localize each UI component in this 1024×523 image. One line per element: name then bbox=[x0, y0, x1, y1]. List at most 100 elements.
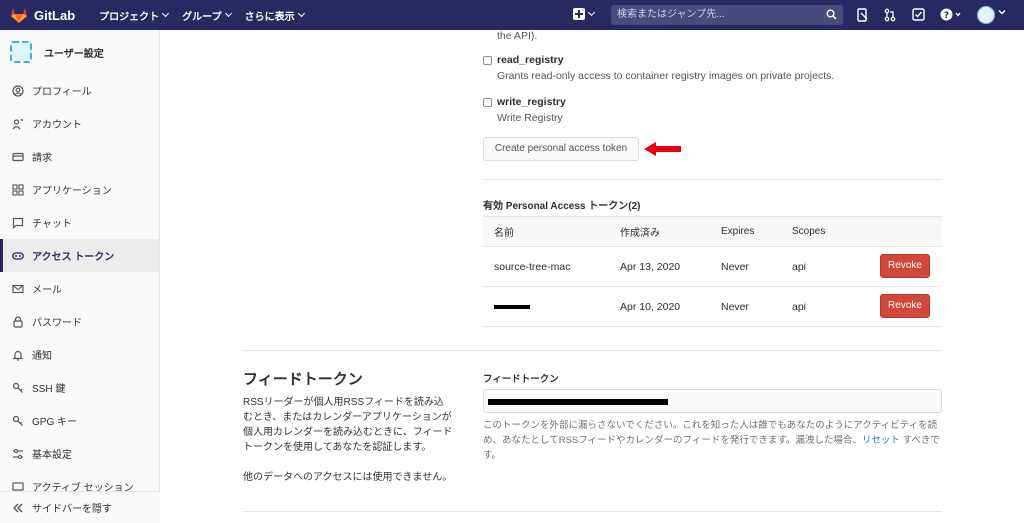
menu-more[interactable]: さらに表示 bbox=[244, 8, 305, 23]
lock-icon bbox=[13, 315, 23, 328]
sidebar-item-label: アカウント bbox=[32, 120, 82, 131]
active-tokens-table: 名前 作成済み Expires Scopes source-tree-mac A… bbox=[483, 216, 942, 327]
token-icon bbox=[12, 251, 24, 260]
sidebar-item-label: メール bbox=[32, 285, 62, 296]
menu-groups-label: グループ bbox=[182, 11, 222, 23]
brand-name: GitLab bbox=[34, 7, 76, 23]
menu-groups[interactable]: グループ bbox=[182, 8, 232, 23]
new-item-button[interactable] bbox=[573, 8, 596, 20]
scope-desc-fragment: the API). bbox=[497, 30, 538, 42]
sidebar-item-label: アプリケーション bbox=[32, 186, 112, 197]
sidebar-item-label: チャット bbox=[32, 219, 72, 230]
sidebar-item-applications[interactable]: アプリケーション bbox=[0, 173, 159, 206]
help-icon[interactable]: ? bbox=[940, 8, 962, 21]
sidebar-item-label: 基本設定 bbox=[32, 450, 72, 461]
chevron-down-icon bbox=[162, 9, 170, 18]
todo-icon[interactable] bbox=[857, 8, 869, 22]
sidebar-item-lock[interactable]: パスワード bbox=[0, 305, 159, 338]
chat-icon bbox=[12, 217, 24, 229]
sidebar-item-mail[interactable]: メール bbox=[0, 272, 159, 305]
redaction-bar bbox=[488, 399, 668, 405]
search-input[interactable]: 検索またはジャンプ先... bbox=[611, 5, 843, 25]
feed-token-label: フィードトークン bbox=[483, 374, 559, 385]
table-row: Apr 10, 2020 Never api Revoke bbox=[483, 287, 942, 327]
token-scopes: api bbox=[792, 300, 807, 313]
sidebar-item-account[interactable]: アカウント bbox=[0, 107, 159, 140]
sidebar-item-key[interactable]: SSH 鍵 bbox=[0, 371, 159, 404]
sidebar-item-label: GPG キー bbox=[32, 417, 78, 428]
merge-request-icon[interactable] bbox=[884, 8, 896, 22]
gitlab-logo[interactable]: GitLab bbox=[10, 7, 75, 24]
feed-token-heading: フィードトークン bbox=[243, 371, 363, 388]
table-header: 名前 作成済み Expires Scopes bbox=[483, 216, 942, 247]
settings-sidebar: ユーザー設定 プロフィール アカウント請求アプリケーション チャットアクセス トーク… bbox=[0, 30, 160, 523]
menu-projects-label: プロジェクト bbox=[99, 11, 160, 23]
sidebar-item-label: プロフィール bbox=[32, 87, 92, 98]
read-registry-checkbox[interactable] bbox=[483, 56, 492, 65]
billing-icon bbox=[12, 152, 24, 161]
token-name: source-tree-mac bbox=[494, 260, 571, 273]
red-arrow-annotation bbox=[644, 142, 681, 156]
header-name: 名前 bbox=[494, 228, 514, 239]
sidebar-item-bell[interactable]: 通知 bbox=[0, 338, 159, 371]
token-expires: Never bbox=[721, 260, 750, 273]
chevron-down-icon[interactable] bbox=[998, 8, 1006, 16]
reset-link[interactable]: リセット bbox=[862, 435, 900, 446]
profile-icon bbox=[12, 84, 24, 97]
divider bbox=[243, 511, 942, 512]
sidebar-item-preferences[interactable]: 基本設定 bbox=[0, 437, 159, 470]
sidebar-item-chat[interactable]: チャット bbox=[0, 206, 159, 239]
tanuki-icon bbox=[11, 7, 27, 23]
chevron-down-icon bbox=[587, 8, 596, 17]
sidebar-item-label: アクセス トークン bbox=[32, 252, 115, 263]
top-navbar: GitLab プロジェクト グループ さらに表示 検索またはジャンプ先... ? bbox=[0, 0, 1024, 30]
header-scopes: Scopes bbox=[792, 226, 826, 237]
token-expires: Never bbox=[721, 300, 750, 313]
chevron-down-icon bbox=[297, 9, 305, 18]
chevron-down-icon bbox=[224, 9, 232, 18]
revoke-button[interactable]: Revoke bbox=[880, 254, 930, 278]
feed-token-help: このトークンを外部に漏らさないでください。これを知った人は誰でもあなたのようにア… bbox=[483, 418, 943, 463]
revoke-button[interactable]: Revoke bbox=[880, 294, 930, 318]
feed-token-field[interactable] bbox=[483, 389, 942, 413]
sidebar-item-key[interactable]: GPG キー bbox=[0, 404, 159, 437]
token-created: Apr 10, 2020 bbox=[620, 300, 681, 313]
bell-icon bbox=[12, 350, 24, 361]
table-row: source-tree-mac Apr 13, 2020 Never api R… bbox=[483, 247, 942, 287]
sidebar-item-token[interactable]: アクセス トークン bbox=[0, 239, 159, 272]
search-icon bbox=[826, 9, 837, 20]
active-tokens-title: 有効 Personal Access トークン(2) bbox=[483, 201, 641, 212]
sidebar-header: ユーザー設定 bbox=[0, 30, 159, 74]
write-registry-checkbox[interactable] bbox=[483, 98, 492, 107]
scope-description: Write Registry bbox=[497, 112, 563, 124]
applications-icon bbox=[12, 183, 24, 196]
main-menu: プロジェクト グループ さらに表示 bbox=[99, 8, 305, 23]
menu-projects[interactable]: プロジェクト bbox=[99, 8, 170, 23]
scope-name: write_registry bbox=[497, 96, 566, 108]
collapse-sidebar-button[interactable]: サイドバーを隠す bbox=[0, 491, 160, 523]
sidebar-item-label: 請求 bbox=[32, 153, 52, 164]
sidebar-item-profile[interactable]: プロフィール bbox=[0, 74, 159, 107]
collapse-sidebar-label: サイドバーを隠す bbox=[32, 504, 112, 515]
header-created: 作成済み bbox=[620, 228, 660, 239]
divider bbox=[483, 179, 942, 180]
scope-description: Grants read-only access to container reg… bbox=[497, 70, 835, 82]
header-expires: Expires bbox=[721, 226, 755, 237]
sidebar-item-label: パスワード bbox=[32, 318, 82, 329]
sidebar-title: ユーザー設定 bbox=[44, 48, 104, 60]
sidebar-item-billing[interactable]: 請求 bbox=[0, 140, 159, 173]
account-icon bbox=[12, 118, 23, 129]
menu-more-label: さらに表示 bbox=[244, 11, 295, 23]
token-created: Apr 13, 2020 bbox=[620, 260, 681, 273]
user-settings-avatar bbox=[10, 41, 32, 63]
issues-icon[interactable] bbox=[912, 8, 925, 21]
divider bbox=[243, 350, 942, 351]
user-avatar[interactable] bbox=[977, 6, 995, 24]
sidebar-item-label: 通知 bbox=[32, 351, 52, 362]
sidebar-item-label: SSH 鍵 bbox=[32, 384, 66, 395]
create-token-button[interactable]: Create personal access token bbox=[483, 137, 639, 161]
scope-name: read_registry bbox=[497, 54, 564, 66]
redaction-bar bbox=[494, 304, 530, 309]
key-icon bbox=[12, 382, 23, 393]
feed-token-note: 他のデータへのアクセスには使用できません。 bbox=[243, 472, 453, 483]
